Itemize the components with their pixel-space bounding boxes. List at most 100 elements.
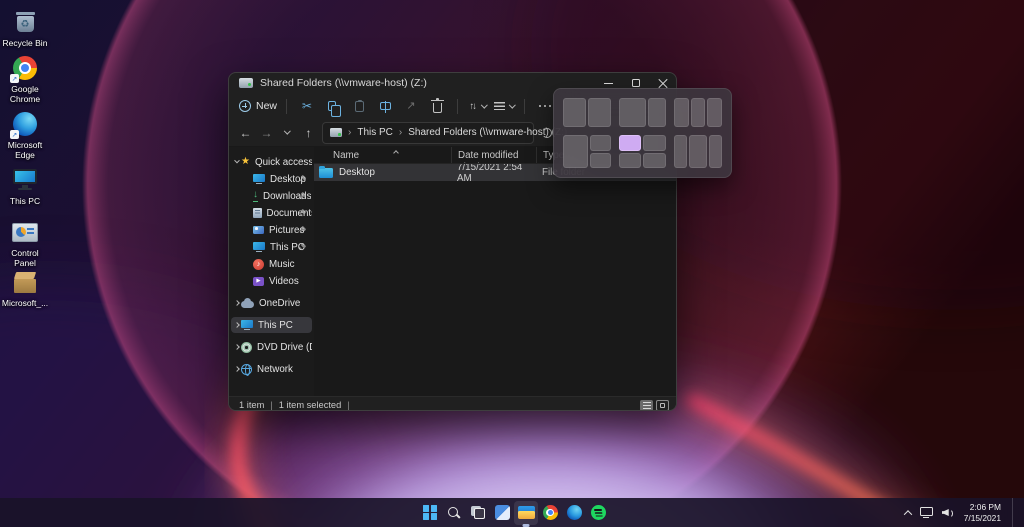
collapse-chevron-icon[interactable]: [234, 300, 240, 306]
desktop-icon-control-panel[interactable]: Control Panel: [2, 218, 48, 268]
pin-icon: [299, 193, 307, 201]
forward-button[interactable]: →: [256, 122, 277, 144]
hidden-icons-chevron-icon[interactable]: [903, 510, 911, 518]
nav-item-onedrive[interactable]: OneDrive: [231, 295, 312, 311]
nav-item-network[interactable]: Network: [231, 361, 312, 377]
edge-button[interactable]: [562, 501, 586, 525]
nav-item-this-pc-pinned[interactable]: This PC: [231, 239, 312, 255]
task-view-button[interactable]: [466, 501, 490, 525]
window-title: Shared Folders (\\vmware-host) (Z:): [260, 77, 427, 89]
delete-button[interactable]: [426, 95, 448, 117]
chrome-button[interactable]: [538, 501, 562, 525]
snap-zone[interactable]: [619, 98, 646, 127]
snap-zone[interactable]: [619, 153, 642, 169]
collapse-chevron-icon[interactable]: [234, 322, 240, 328]
file-name: Desktop: [339, 167, 375, 178]
snap-zone[interactable]: [674, 98, 689, 127]
snap-zone[interactable]: [590, 153, 611, 169]
cut-button[interactable]: ✂: [296, 95, 318, 117]
snap-zone[interactable]: [563, 135, 588, 168]
sort-button[interactable]: ↑↓: [467, 95, 489, 117]
nav-item-pictures[interactable]: Pictures: [231, 222, 312, 238]
desktop-icon-microsoft-box[interactable]: Microsoft_...: [2, 268, 48, 308]
network-icon[interactable]: [920, 507, 933, 516]
snap-zone[interactable]: [689, 135, 707, 168]
address-field[interactable]: › This PC › Shared Folders (\\vmware-hos…: [322, 122, 534, 144]
desktop: ♻ Recycle Bin ↗ Google Chrome ↗ Microsof…: [0, 0, 1024, 527]
desktop-icon-this-pc[interactable]: This PC: [2, 166, 48, 206]
back-button[interactable]: ←: [235, 122, 256, 144]
clock-date: 7/15/2021: [964, 513, 1001, 524]
snap-zone[interactable]: [643, 135, 666, 151]
this-pc-icon: [12, 169, 38, 191]
share-button[interactable]: ↗: [400, 95, 422, 117]
nav-item-quick-access[interactable]: ★ Quick access: [231, 154, 312, 170]
nav-label: DVD Drive (D:) 22000: [257, 342, 312, 353]
chrome-icon: [543, 505, 558, 520]
desktop-icon-microsoft-edge[interactable]: ↗ Microsoft Edge: [2, 110, 48, 160]
snap-zone[interactable]: [691, 98, 706, 127]
details-view-toggle[interactable]: [640, 400, 653, 411]
pin-icon: [299, 176, 307, 184]
desktop-icon-label: Recycle Bin: [3, 38, 48, 48]
snap-zone-highlighted[interactable]: [619, 135, 642, 151]
recycle-bin-icon: ♻: [17, 12, 34, 32]
start-button[interactable]: [418, 501, 442, 525]
paste-button[interactable]: [348, 95, 370, 117]
nav-item-music[interactable]: ♪ Music: [231, 256, 312, 272]
copy-button[interactable]: [322, 95, 344, 117]
snap-zone[interactable]: [648, 98, 666, 127]
desktop-icon-label: Control Panel: [2, 248, 48, 268]
collapse-chevron-icon[interactable]: [234, 366, 240, 372]
rename-icon: [380, 102, 391, 110]
collapse-chevron-icon[interactable]: [234, 344, 240, 350]
desktop-icon-label: This PC: [10, 196, 40, 206]
volume-icon[interactable]: [942, 507, 955, 518]
document-icon: [253, 208, 262, 219]
snap-zone[interactable]: [707, 98, 722, 127]
file-explorer-button[interactable]: [514, 501, 538, 525]
column-header-name[interactable]: Name: [314, 150, 451, 161]
thumbnail-view-toggle[interactable]: [656, 400, 669, 411]
spotify-icon: [591, 505, 606, 520]
nav-item-documents[interactable]: Documents: [231, 205, 312, 221]
ellipsis-icon: [539, 105, 552, 108]
up-button[interactable]: ↑: [298, 122, 319, 144]
dvd-disc-icon: [241, 342, 252, 353]
breadcrumb-this-pc[interactable]: This PC: [357, 127, 393, 138]
nav-item-downloads[interactable]: ↓ Downloads: [231, 188, 312, 204]
picture-icon: [253, 226, 264, 235]
nav-item-desktop[interactable]: Desktop: [231, 171, 312, 187]
show-desktop-button[interactable]: [1012, 498, 1016, 527]
nav-item-this-pc[interactable]: This PC: [231, 317, 312, 333]
toolbar-divider: [524, 99, 525, 114]
nav-item-dvd-drive[interactable]: DVD Drive (D:) 22000: [231, 339, 312, 355]
desktop-icon-recycle-bin[interactable]: ♻ Recycle Bin: [2, 8, 48, 48]
nav-label: Network: [257, 364, 293, 375]
snap-zone[interactable]: [674, 135, 687, 168]
snap-layout-quad: [619, 135, 667, 168]
nav-item-videos[interactable]: ▶ Videos: [231, 273, 312, 289]
new-button-label: New: [256, 100, 277, 112]
search-button[interactable]: [442, 501, 466, 525]
edge-icon: [567, 505, 582, 520]
widgets-button[interactable]: [490, 501, 514, 525]
rename-button[interactable]: [374, 95, 396, 117]
spotify-button[interactable]: [586, 501, 610, 525]
share-icon: ↗: [406, 101, 415, 112]
snap-zone[interactable]: [709, 135, 722, 168]
taskbar-clock[interactable]: 2:06 PM 7/15/2021: [964, 502, 1001, 524]
recent-locations-button[interactable]: [277, 122, 298, 144]
new-button[interactable]: New: [239, 95, 277, 117]
refresh-icon[interactable]: [542, 128, 552, 138]
snap-zone[interactable]: [590, 135, 611, 151]
expand-chevron-icon[interactable]: [234, 158, 240, 164]
view-button[interactable]: [493, 95, 515, 117]
column-header-date-modified[interactable]: Date modified: [451, 147, 536, 163]
desktop-icon: [253, 174, 265, 184]
snap-zone[interactable]: [563, 98, 586, 127]
scissors-icon: ✂: [302, 100, 312, 112]
snap-zone[interactable]: [643, 153, 666, 169]
desktop-icon-google-chrome[interactable]: ↗ Google Chrome: [2, 54, 48, 104]
snap-zone[interactable]: [588, 98, 611, 127]
